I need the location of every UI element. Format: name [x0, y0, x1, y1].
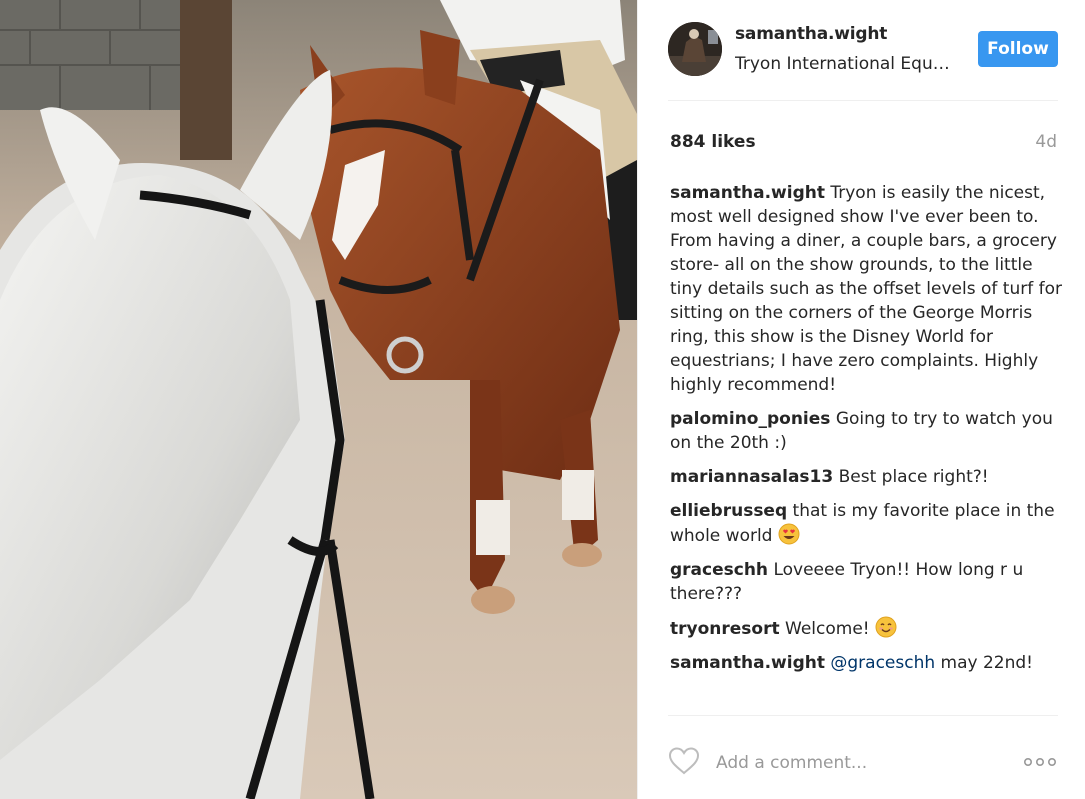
comment-item: tryonresort Welcome! [670, 616, 1070, 641]
follow-button[interactable]: Follow [978, 31, 1058, 67]
likes-count[interactable]: 884 likes [670, 132, 756, 152]
caption: samantha.wight Tryon is easily the nices… [670, 181, 1070, 397]
comment-item: palomino_ponies Going to try to watch yo… [670, 407, 1070, 455]
post-photo[interactable] [0, 0, 637, 799]
comment-author[interactable]: elliebrusseq [670, 501, 787, 521]
comment-author[interactable]: tryonresort [670, 619, 780, 639]
comment-item: graceschh Loveeee Tryon!! How long r u t… [670, 558, 1070, 606]
comment-item: elliebrusseq that is my favorite place i… [670, 499, 1070, 548]
instagram-post: samantha.wight Tryon International Eques… [0, 0, 1085, 799]
comment-text: may 22nd! [940, 653, 1034, 673]
comment-text: Tryon is easily the nicest, most well de… [670, 183, 1062, 395]
comment-item: samantha.wight @graceschh may 22nd! [670, 651, 1070, 675]
comment-item: mariannasalas13 Best place right?! [670, 465, 1070, 489]
comment-text: Welcome! [785, 619, 870, 639]
post-timestamp[interactable]: 4d [1035, 132, 1057, 152]
comment-mention[interactable]: @graceschh [830, 653, 935, 673]
post-sidebar: samantha.wight Tryon International Eques… [638, 0, 1085, 799]
post-header: samantha.wight Tryon International Eques… [638, 0, 1085, 100]
avatar[interactable] [668, 22, 722, 76]
post-author-username[interactable]: samantha.wight [735, 24, 887, 44]
comment-author[interactable]: samantha.wight [670, 183, 825, 203]
comment-text: Best place right?! [838, 467, 989, 487]
more-options-icon[interactable] [1022, 752, 1058, 772]
comments-list: samantha.wight Tryon is easily the nices… [670, 181, 1070, 685]
avatar-image [668, 22, 722, 76]
heart-eyes-emoji [778, 523, 800, 545]
comment-author[interactable]: palomino_ponies [670, 409, 830, 429]
smiling-face-emoji [875, 616, 897, 638]
comment-author[interactable]: graceschh [670, 560, 768, 580]
comment-author[interactable]: mariannasalas13 [670, 467, 833, 487]
add-comment-input[interactable] [716, 750, 1016, 776]
horses-photo [0, 0, 637, 799]
heart-icon[interactable] [668, 746, 700, 776]
comment-author[interactable]: samantha.wight [670, 653, 825, 673]
actions-divider [668, 715, 1058, 716]
post-location[interactable]: Tryon International Equestrian Center [735, 54, 957, 74]
header-divider [668, 100, 1058, 101]
